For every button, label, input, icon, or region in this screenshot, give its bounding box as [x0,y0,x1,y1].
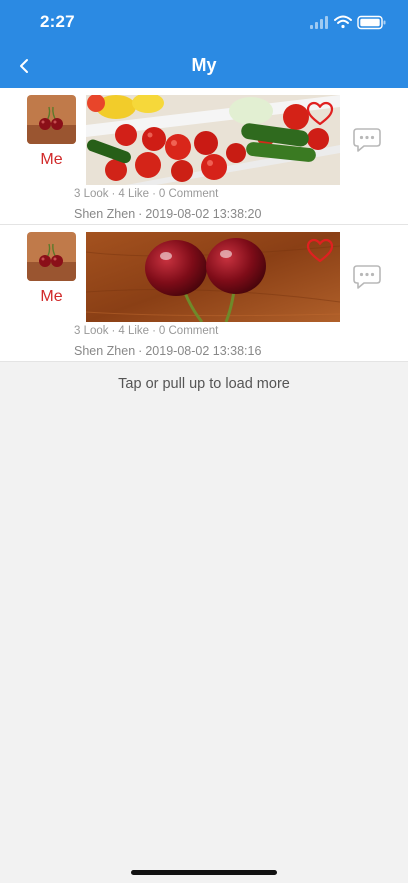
post-stats: 3 Look · 4 Like · 0 Comment [74,325,219,337]
post-stats: 3 Look · 4 Like · 0 Comment [74,188,219,200]
battery-icon [357,15,386,30]
status-icons [308,14,388,32]
post-timestamp: 2019-08-02 13:38:16 [145,344,262,358]
like-count: 4 Like [118,188,150,200]
avatar[interactable] [27,95,76,144]
navigation-bar: My [0,44,408,88]
like-count: 4 Like [118,325,150,337]
comment-bubble-icon [353,128,381,152]
load-more-button[interactable]: Tap or pull up to load more [0,376,408,392]
status-time: 2:27 [40,12,75,31]
like-heart-icon[interactable] [306,101,334,127]
post-item[interactable]: Me 3 Look · 4 Like · 0 Comment Shen Zhen… [0,225,408,362]
page-title: My [191,55,217,75]
author-name[interactable]: Me [27,288,76,306]
look-count: 3 Look [74,188,109,200]
post-meta: Shen Zhen · 2019-08-02 13:38:20 [74,207,262,221]
comment-button[interactable] [352,264,382,290]
status-bar: 2:27 [0,0,408,44]
signal-icon [310,16,328,29]
post-meta: Shen Zhen · 2019-08-02 13:38:16 [74,344,262,358]
wifi-icon [334,15,352,29]
post-item[interactable]: Me 3 Look · 4 Like · 0 Comment Shen Zhen… [0,88,408,225]
look-count: 3 Look [74,325,109,337]
post-location: Shen Zhen [74,344,136,358]
post-feed: Me 3 Look · 4 Like · 0 Comment Shen Zhen… [0,88,408,362]
comment-count: 0 Comment [158,325,219,337]
avatar[interactable] [27,232,76,281]
post-timestamp: 2019-08-02 13:38:20 [145,207,262,221]
like-heart-icon[interactable] [306,238,334,264]
comment-bubble-icon [353,265,381,289]
comment-count: 0 Comment [158,188,219,200]
home-indicator[interactable] [131,870,277,875]
author-name[interactable]: Me [27,151,76,169]
comment-button[interactable] [352,127,382,153]
post-image-cherries[interactable] [86,232,340,322]
post-image-vegetables[interactable] [86,95,340,185]
post-location: Shen Zhen [74,207,136,221]
